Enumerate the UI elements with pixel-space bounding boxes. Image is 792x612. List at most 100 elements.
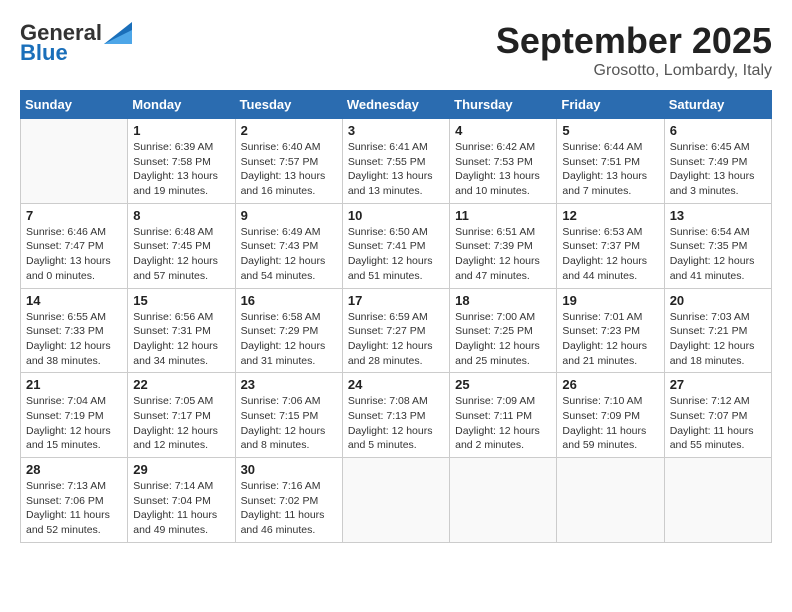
day-info: Sunrise: 7:04 AMSunset: 7:19 PMDaylight:… [26, 394, 122, 453]
header-day-wednesday: Wednesday [342, 91, 449, 119]
day-number: 2 [241, 123, 337, 138]
day-number: 7 [26, 208, 122, 223]
day-info: Sunrise: 7:01 AMSunset: 7:23 PMDaylight:… [562, 310, 658, 369]
day-number: 11 [455, 208, 551, 223]
month-year-title: September 2025 [496, 20, 772, 62]
day-info: Sunrise: 7:06 AMSunset: 7:15 PMDaylight:… [241, 394, 337, 453]
header-row: SundayMondayTuesdayWednesdayThursdayFrid… [21, 91, 772, 119]
calendar-cell [664, 458, 771, 543]
day-info: Sunrise: 6:45 AMSunset: 7:49 PMDaylight:… [670, 140, 766, 199]
calendar-cell: 19 Sunrise: 7:01 AMSunset: 7:23 PMDayligh… [557, 288, 664, 373]
day-number: 17 [348, 293, 444, 308]
day-number: 13 [670, 208, 766, 223]
calendar-week-5: 28 Sunrise: 7:13 AMSunset: 7:06 PMDayligh… [21, 458, 772, 543]
day-number: 6 [670, 123, 766, 138]
day-info: Sunrise: 6:58 AMSunset: 7:29 PMDaylight:… [241, 310, 337, 369]
calendar-cell: 25 Sunrise: 7:09 AMSunset: 7:11 PMDayligh… [450, 373, 557, 458]
day-number: 5 [562, 123, 658, 138]
day-number: 16 [241, 293, 337, 308]
calendar-cell: 20 Sunrise: 7:03 AMSunset: 7:21 PMDayligh… [664, 288, 771, 373]
day-info: Sunrise: 7:08 AMSunset: 7:13 PMDaylight:… [348, 394, 444, 453]
day-info: Sunrise: 6:55 AMSunset: 7:33 PMDaylight:… [26, 310, 122, 369]
day-info: Sunrise: 6:42 AMSunset: 7:53 PMDaylight:… [455, 140, 551, 199]
calendar-cell: 15Sunrise: 6:56 AMSunset: 7:31 PMDayligh… [128, 288, 235, 373]
day-number: 1 [133, 123, 229, 138]
header-day-thursday: Thursday [450, 91, 557, 119]
day-number: 14 [26, 293, 122, 308]
calendar-week-4: 21 Sunrise: 7:04 AMSunset: 7:19 PMDayligh… [21, 373, 772, 458]
calendar-cell: 30Sunrise: 7:16 AMSunset: 7:02 PMDayligh… [235, 458, 342, 543]
calendar-cell: 10Sunrise: 6:50 AMSunset: 7:41 PMDayligh… [342, 203, 449, 288]
day-info: Sunrise: 7:13 AMSunset: 7:06 PMDaylight:… [26, 479, 122, 538]
calendar-cell: 17 Sunrise: 6:59 AMSunset: 7:27 PMDayligh… [342, 288, 449, 373]
day-number: 28 [26, 462, 122, 477]
day-info: Sunrise: 7:05 AMSunset: 7:17 PMDaylight:… [133, 394, 229, 453]
day-info: Sunrise: 7:00 AMSunset: 7:25 PMDaylight:… [455, 310, 551, 369]
calendar-cell [21, 119, 128, 204]
calendar-cell: 6 Sunrise: 6:45 AMSunset: 7:49 PMDaylight… [664, 119, 771, 204]
header-day-monday: Monday [128, 91, 235, 119]
calendar-cell: 12 Sunrise: 6:53 AMSunset: 7:37 PMDayligh… [557, 203, 664, 288]
day-info: Sunrise: 6:41 AMSunset: 7:55 PMDaylight:… [348, 140, 444, 199]
calendar-cell: 18Sunrise: 7:00 AMSunset: 7:25 PMDayligh… [450, 288, 557, 373]
day-info: Sunrise: 6:51 AMSunset: 7:39 PMDaylight:… [455, 225, 551, 284]
day-number: 22 [133, 377, 229, 392]
calendar-cell: 5Sunrise: 6:44 AMSunset: 7:51 PMDaylight… [557, 119, 664, 204]
day-number: 19 [562, 293, 658, 308]
day-number: 9 [241, 208, 337, 223]
calendar-cell: 7 Sunrise: 6:46 AMSunset: 7:47 PMDaylight… [21, 203, 128, 288]
day-info: Sunrise: 7:03 AMSunset: 7:21 PMDaylight:… [670, 310, 766, 369]
day-number: 3 [348, 123, 444, 138]
calendar-cell: 1 Sunrise: 6:39 AMSunset: 7:58 PMDaylight… [128, 119, 235, 204]
page-header: General Blue September 2025 Grosotto, Lo… [20, 20, 772, 80]
calendar-cell [450, 458, 557, 543]
calendar-cell: 29Sunrise: 7:14 AMSunset: 7:04 PMDayligh… [128, 458, 235, 543]
logo-blue-text: Blue [20, 40, 68, 66]
calendar-cell: 13 Sunrise: 6:54 AMSunset: 7:35 PMDayligh… [664, 203, 771, 288]
logo: General Blue [20, 20, 132, 66]
day-number: 20 [670, 293, 766, 308]
calendar-cell [557, 458, 664, 543]
day-info: Sunrise: 6:53 AMSunset: 7:37 PMDaylight:… [562, 225, 658, 284]
day-info: Sunrise: 7:12 AMSunset: 7:07 PMDaylight:… [670, 394, 766, 453]
day-number: 30 [241, 462, 337, 477]
day-number: 12 [562, 208, 658, 223]
calendar-cell: 8 Sunrise: 6:48 AMSunset: 7:45 PMDaylight… [128, 203, 235, 288]
calendar-cell: 22 Sunrise: 7:05 AMSunset: 7:17 PMDayligh… [128, 373, 235, 458]
day-number: 21 [26, 377, 122, 392]
header-day-sunday: Sunday [21, 91, 128, 119]
calendar-cell: 27 Sunrise: 7:12 AMSunset: 7:07 PMDayligh… [664, 373, 771, 458]
day-info: Sunrise: 7:09 AMSunset: 7:11 PMDaylight:… [455, 394, 551, 453]
day-number: 8 [133, 208, 229, 223]
day-number: 27 [670, 377, 766, 392]
calendar-cell: 14 Sunrise: 6:55 AMSunset: 7:33 PMDayligh… [21, 288, 128, 373]
calendar-table: SundayMondayTuesdayWednesdayThursdayFrid… [20, 90, 772, 543]
day-number: 4 [455, 123, 551, 138]
day-info: Sunrise: 6:39 AMSunset: 7:58 PMDaylight:… [133, 140, 229, 199]
day-number: 26 [562, 377, 658, 392]
calendar-cell: 21 Sunrise: 7:04 AMSunset: 7:19 PMDayligh… [21, 373, 128, 458]
day-info: Sunrise: 6:54 AMSunset: 7:35 PMDaylight:… [670, 225, 766, 284]
calendar-cell: 28 Sunrise: 7:13 AMSunset: 7:06 PMDayligh… [21, 458, 128, 543]
header-day-saturday: Saturday [664, 91, 771, 119]
calendar-cell: 16 Sunrise: 6:58 AMSunset: 7:29 PMDayligh… [235, 288, 342, 373]
calendar-cell: 2 Sunrise: 6:40 AMSunset: 7:57 PMDaylight… [235, 119, 342, 204]
day-info: Sunrise: 6:48 AMSunset: 7:45 PMDaylight:… [133, 225, 229, 284]
header-day-tuesday: Tuesday [235, 91, 342, 119]
day-info: Sunrise: 7:10 AMSunset: 7:09 PMDaylight:… [562, 394, 658, 453]
day-info: Sunrise: 6:40 AMSunset: 7:57 PMDaylight:… [241, 140, 337, 199]
day-number: 29 [133, 462, 229, 477]
day-info: Sunrise: 6:59 AMSunset: 7:27 PMDaylight:… [348, 310, 444, 369]
logo-icon [104, 22, 132, 44]
day-number: 23 [241, 377, 337, 392]
calendar-cell: 9Sunrise: 6:49 AMSunset: 7:43 PMDaylight… [235, 203, 342, 288]
calendar-week-3: 14 Sunrise: 6:55 AMSunset: 7:33 PMDayligh… [21, 288, 772, 373]
calendar-cell [342, 458, 449, 543]
day-info: Sunrise: 6:46 AMSunset: 7:47 PMDaylight:… [26, 225, 122, 284]
location-subtitle: Grosotto, Lombardy, Italy [496, 62, 772, 80]
header-day-friday: Friday [557, 91, 664, 119]
calendar-cell: 23 Sunrise: 7:06 AMSunset: 7:15 PMDayligh… [235, 373, 342, 458]
day-number: 25 [455, 377, 551, 392]
calendar-cell: 24Sunrise: 7:08 AMSunset: 7:13 PMDayligh… [342, 373, 449, 458]
day-info: Sunrise: 6:56 AMSunset: 7:31 PMDaylight:… [133, 310, 229, 369]
